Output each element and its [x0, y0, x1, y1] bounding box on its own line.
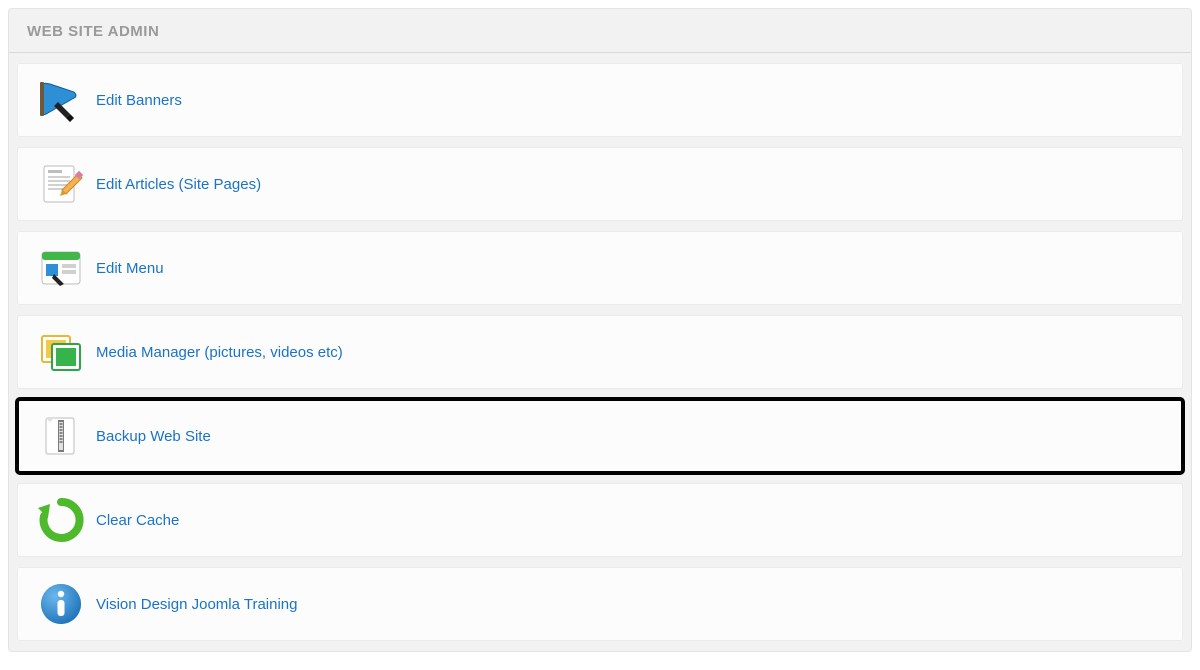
- admin-panel: WEB SITE ADMIN Edit Banners: [8, 8, 1192, 652]
- admin-item-edit-articles[interactable]: Edit Articles (Site Pages): [17, 147, 1183, 221]
- media-icon: [32, 326, 90, 378]
- admin-item-label: Clear Cache: [96, 512, 179, 529]
- admin-item-backup[interactable]: Backup Web Site: [17, 399, 1183, 473]
- admin-item-label: Edit Articles (Site Pages): [96, 176, 261, 193]
- banner-icon: [32, 74, 90, 126]
- admin-item-clear-cache[interactable]: Clear Cache: [17, 483, 1183, 557]
- admin-item-media-manager[interactable]: Media Manager (pictures, videos etc): [17, 315, 1183, 389]
- admin-item-label: Media Manager (pictures, videos etc): [96, 344, 343, 361]
- refresh-icon: [32, 494, 90, 546]
- admin-item-list: Edit Banners Edit Articles (Site Pages): [9, 63, 1191, 651]
- admin-item-label: Backup Web Site: [96, 428, 211, 445]
- admin-item-edit-menu[interactable]: Edit Menu: [17, 231, 1183, 305]
- article-icon: [32, 158, 90, 210]
- admin-item-label: Edit Banners: [96, 92, 182, 109]
- menu-icon: [32, 242, 90, 294]
- admin-item-training[interactable]: Vision Design Joomla Training: [17, 567, 1183, 641]
- admin-item-edit-banners[interactable]: Edit Banners: [17, 63, 1183, 137]
- info-icon: [32, 578, 90, 630]
- panel-title: WEB SITE ADMIN: [9, 9, 1191, 53]
- admin-item-label: Edit Menu: [96, 260, 164, 277]
- backup-icon: [32, 410, 90, 462]
- admin-item-label: Vision Design Joomla Training: [96, 596, 298, 613]
